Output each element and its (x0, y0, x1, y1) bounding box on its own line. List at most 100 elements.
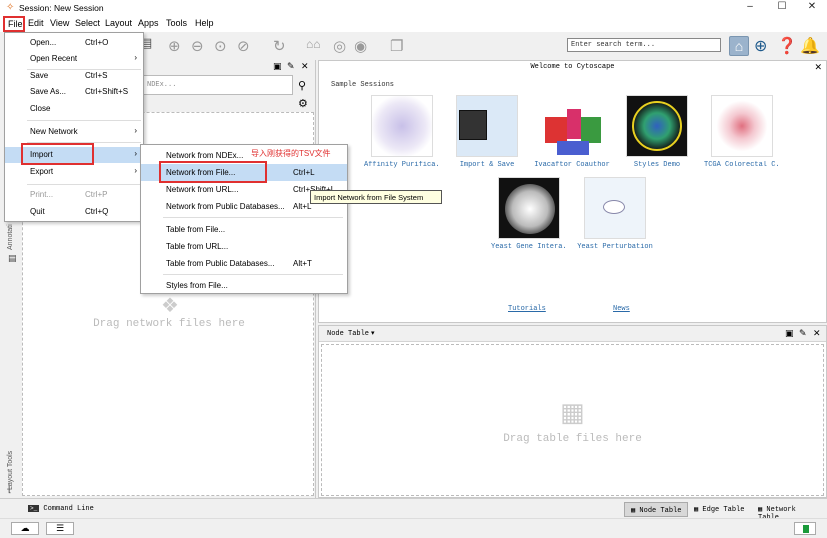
window-title: Session: New Session (19, 3, 104, 13)
menu-item-open-recent[interactable]: Open Recent › (5, 51, 143, 67)
table-close-icon[interactable]: ✕ (813, 328, 821, 339)
session-styles-demo[interactable]: Styles Demo (619, 95, 695, 169)
menu-item-new-network[interactable]: New Network › (5, 124, 143, 140)
bottom-tab-bar: >_ Command Line ▦ Node Table ▦ Edge Tabl… (0, 498, 827, 522)
search-input[interactable]: Enter search term... (567, 38, 721, 52)
session-thumbnail (541, 95, 603, 157)
table-maximize-icon[interactable]: ▣ (785, 328, 794, 339)
annotation-text: 导入刚获得的TSV文件 (251, 149, 331, 158)
submenu-table-from-public-db[interactable]: Table from Public Databases... Alt+T (141, 255, 347, 272)
menu-select[interactable]: Select (75, 18, 100, 28)
table-file-icon: ▦ (560, 397, 585, 427)
submenu-styles-from-file[interactable]: Styles from File... (141, 277, 347, 294)
terminal-icon: >_ (28, 505, 40, 512)
menu-help[interactable]: Help (195, 18, 214, 28)
tutorials-link[interactable]: Tutorials (508, 305, 546, 313)
file-menu-dropdown: Open... Ctrl+O Open Recent › Save Ctrl+S Sa… (4, 32, 144, 222)
help-icon[interactable]: ❓ (777, 36, 797, 56)
table-panel-header: Node Table ▾ ▣ ✎ ✕ (319, 326, 826, 342)
minimize-button[interactable]: – (740, 1, 760, 12)
network-table-icon: ▦ (758, 506, 763, 514)
session-thumbnail (498, 177, 560, 239)
node-table-icon: ▦ (631, 507, 636, 515)
welcome-close-icon[interactable]: ✕ (814, 62, 822, 73)
copy-icon[interactable]: ❐ (390, 37, 403, 55)
menu-item-open[interactable]: Open... Ctrl+O (5, 35, 143, 51)
session-import-save[interactable]: Import & Save (449, 95, 525, 169)
home-network-icon[interactable]: ⌂⌂ (306, 37, 321, 51)
session-label: Styles Demo (633, 161, 681, 169)
session-yeast-perturbation[interactable]: Yeast Perturbation (577, 177, 653, 251)
menu-tools[interactable]: Tools (166, 18, 187, 28)
node-table-tab[interactable]: ▦ Node Table (624, 502, 689, 517)
title-bar: ✧ Session: New Session – ☐ ✕ (0, 0, 827, 16)
refresh-icon[interactable]: ↻ (273, 37, 286, 55)
menu-item-print[interactable]: Print... Ctrl+P (5, 187, 143, 203)
menu-file[interactable]: File (3, 16, 25, 32)
layout-tools-tab-icon[interactable]: ⌊ (8, 484, 12, 495)
notification-bell-icon[interactable]: 🔔 (800, 36, 820, 56)
menu-item-save[interactable]: Save Ctrl+S (5, 68, 143, 84)
menu-layout[interactable]: Layout (105, 18, 132, 28)
session-ivacaftor[interactable]: Ivacaftor Coauthor (534, 95, 610, 169)
session-label: Yeast Perturbation (577, 243, 653, 251)
session-tcga[interactable]: TCGA Colorectal C... (704, 95, 780, 169)
menu-edit[interactable]: Edit (28, 18, 44, 28)
session-label: TCGA Colorectal C... (704, 161, 780, 169)
menu-separator (163, 274, 343, 275)
edge-table-tab[interactable]: ▦ Edge Table (688, 502, 750, 517)
home-icon[interactable]: ⌂ (729, 36, 749, 56)
cloud-icon[interactable]: ☁ (11, 522, 39, 535)
sample-sessions-label: Sample Sessions (331, 81, 395, 89)
table-dropdown-icon[interactable]: ▾ (371, 329, 375, 337)
session-label: Yeast Gene Intera... (491, 243, 567, 251)
menu-apps[interactable]: Apps (138, 18, 159, 28)
zoom-fit-icon[interactable]: ⊙ (214, 37, 227, 55)
menu-item-export[interactable]: Export › (5, 164, 143, 180)
panel-close-icon[interactable]: ✕ (301, 61, 309, 72)
annotation-tab-icon[interactable]: ▤ (8, 253, 17, 264)
session-yeast-gene[interactable]: Yeast Gene Intera... (491, 177, 567, 251)
menu-separator (163, 217, 343, 218)
annotation-tab[interactable]: Annotati (7, 224, 14, 250)
edge-table-label: Edge Table (702, 506, 745, 514)
panel-maximize-icon[interactable]: ▣ (273, 61, 282, 72)
close-window-button[interactable]: ✕ (802, 1, 822, 12)
globe-icon[interactable]: ⊕ (754, 36, 767, 56)
zoom-selected-icon[interactable]: ⊘ (237, 37, 250, 55)
menu-separator (27, 184, 141, 185)
submenu-table-from-url[interactable]: Table from URL... (141, 238, 347, 255)
zoom-out-icon[interactable]: ⊖ (191, 37, 204, 55)
menu-view[interactable]: View (50, 18, 69, 28)
menu-item-save-as[interactable]: Save As... Ctrl+Shift+S (5, 84, 143, 100)
task-list-icon[interactable]: ☰ (46, 522, 74, 535)
panel-pin-icon[interactable]: ✎ (287, 61, 295, 72)
zoom-in-icon[interactable]: ⊕ (168, 37, 181, 55)
ndex-search-icon[interactable]: ⚲ (298, 79, 306, 92)
command-line-tab[interactable]: >_ Command Line (22, 502, 100, 517)
toolbar: ▤ ⊕ ⊖ ⊙ ⊘ ↻ ⌂⌂ ◎ ◉ ❐ Enter search term..… (140, 32, 827, 60)
table-pin-icon[interactable]: ✎ (799, 328, 807, 339)
show-icon[interactable]: ◉ (354, 37, 367, 55)
menu-item-close[interactable]: Close (5, 101, 143, 117)
table-drop-area[interactable]: ▦ Drag table files here (321, 344, 824, 496)
session-label: Import & Save (459, 161, 515, 169)
news-link[interactable]: News (613, 305, 630, 313)
session-affinity[interactable]: Affinity Purifica... (364, 95, 440, 169)
settings-gear-icon[interactable]: ⚙ (298, 97, 308, 110)
session-label: Affinity Purifica... (364, 161, 440, 169)
menu-item-quit[interactable]: Quit Ctrl+Q (5, 204, 143, 220)
hide-icon[interactable]: ◎ (333, 37, 346, 55)
table-panel-title[interactable]: Node Table (327, 330, 369, 338)
memory-status-icon[interactable] (794, 522, 816, 535)
table-panel: Node Table ▾ ▣ ✎ ✕ ▦ Drag table files he… (318, 325, 827, 498)
tooltip: Import Network from File System (310, 190, 442, 204)
session-thumbnail (711, 95, 773, 157)
session-thumbnail (626, 95, 688, 157)
network-table-tab[interactable]: ▦ Network Table (752, 502, 827, 522)
import-highlight-box (21, 143, 94, 165)
drop-network-text: Drag network files here (93, 318, 245, 330)
maximize-button[interactable]: ☐ (772, 1, 792, 12)
ndex-search-input[interactable]: NDEx... (143, 75, 293, 95)
submenu-table-from-file[interactable]: Table from File... (141, 221, 347, 238)
